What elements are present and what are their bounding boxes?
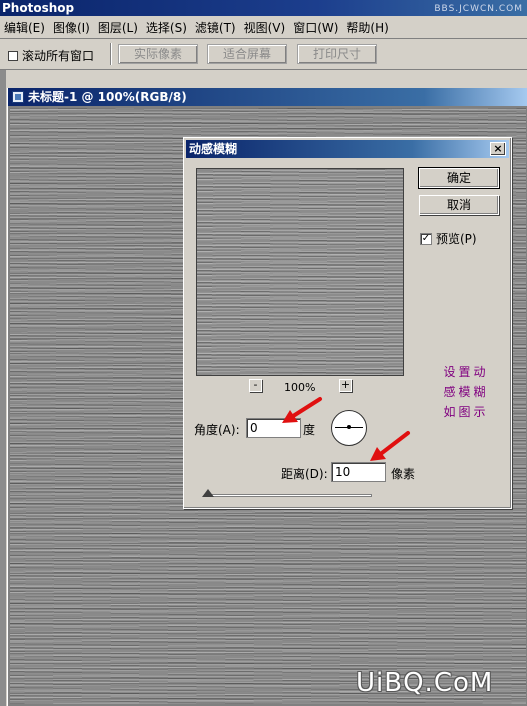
distance-slider-thumb[interactable] [202,489,214,497]
menu-edit[interactable]: 编辑(E) [0,19,49,36]
zoom-out-button[interactable]: - [249,379,262,392]
tutorial-annotation: 设置动 感模糊 如图示 [436,362,496,422]
app-title-bar: Photoshop BBS.JCWCN.COM [0,0,527,16]
cancel-button[interactable]: 取消 [419,195,499,215]
menu-layer[interactable]: 图层(L) [94,19,142,36]
document-icon [12,91,24,103]
preview-checkbox-box[interactable]: ✓ [420,232,432,245]
document-title-bar[interactable]: 未标题-1 @ 100%(RGB/8) [8,88,527,106]
site-watermark: UiBQ.CoM [356,668,494,698]
menu-view[interactable]: 视图(V) [240,19,290,36]
fit-screen-button[interactable]: 适合屏幕 [207,44,287,64]
document-title: 未标题-1 @ 100%(RGB/8) [28,90,187,104]
menu-window[interactable]: 窗口(W) [289,19,342,36]
distance-slider-track[interactable] [204,494,372,497]
menu-help[interactable]: 帮助(H) [342,19,392,36]
actual-pixels-button[interactable]: 实际像素 [118,44,198,64]
forum-watermark: BBS.JCWCN.COM [434,4,523,14]
angle-label: 角度(A): [194,423,240,437]
preview-checkbox[interactable]: ✓ 预览(P) [420,230,477,247]
zoom-in-button[interactable]: + [339,379,352,392]
dialog-title-bar[interactable]: 动感模糊 × [186,140,509,158]
menu-filter[interactable]: 滤镜(T) [191,19,240,36]
ok-button[interactable]: 确定 [418,167,500,189]
print-size-button[interactable]: 打印尺寸 [297,44,377,64]
checkbox-box[interactable] [8,50,18,61]
red-arrow-icon [282,397,322,423]
angle-dial[interactable] [331,410,367,446]
dialog-title: 动感模糊 [189,142,238,156]
menu-image[interactable]: 图像(I) [49,19,94,36]
annotation-line-1: 设置动 [443,365,489,379]
menu-select[interactable]: 选择(S) [142,19,191,36]
distance-label: 距离(D): [281,467,328,481]
scroll-all-windows-checkbox[interactable]: 滚动所有窗口 [8,47,94,64]
distance-input[interactable]: 10 [331,462,386,482]
app-title: Photoshop [2,1,75,15]
filter-preview[interactable] [196,168,404,376]
preview-label: 预览(P) [436,232,477,246]
annotation-line-2: 感模糊 [443,385,489,399]
close-icon[interactable]: × [490,142,506,156]
menu-bar: 编辑(E) 图像(I) 图层(L) 选择(S) 滤镜(T) 视图(V) 窗口(W… [0,16,527,39]
motion-blur-dialog: 动感模糊 × 确定 取消 ✓ 预览(P) - 100% + 角度(A): 0 度… [183,137,512,509]
scroll-all-windows-label: 滚动所有窗口 [22,49,95,63]
zoom-level: 100% [284,381,316,394]
red-arrow-icon [370,431,410,461]
angle-dial-center [347,425,351,429]
annotation-line-3: 如图示 [443,405,489,419]
toolbox-edge [0,70,6,706]
distance-unit: 像素 [391,467,416,481]
toolbar-divider [110,43,112,65]
options-bar: 滚动所有窗口 实际像素 适合屏幕 打印尺寸 [0,38,527,70]
